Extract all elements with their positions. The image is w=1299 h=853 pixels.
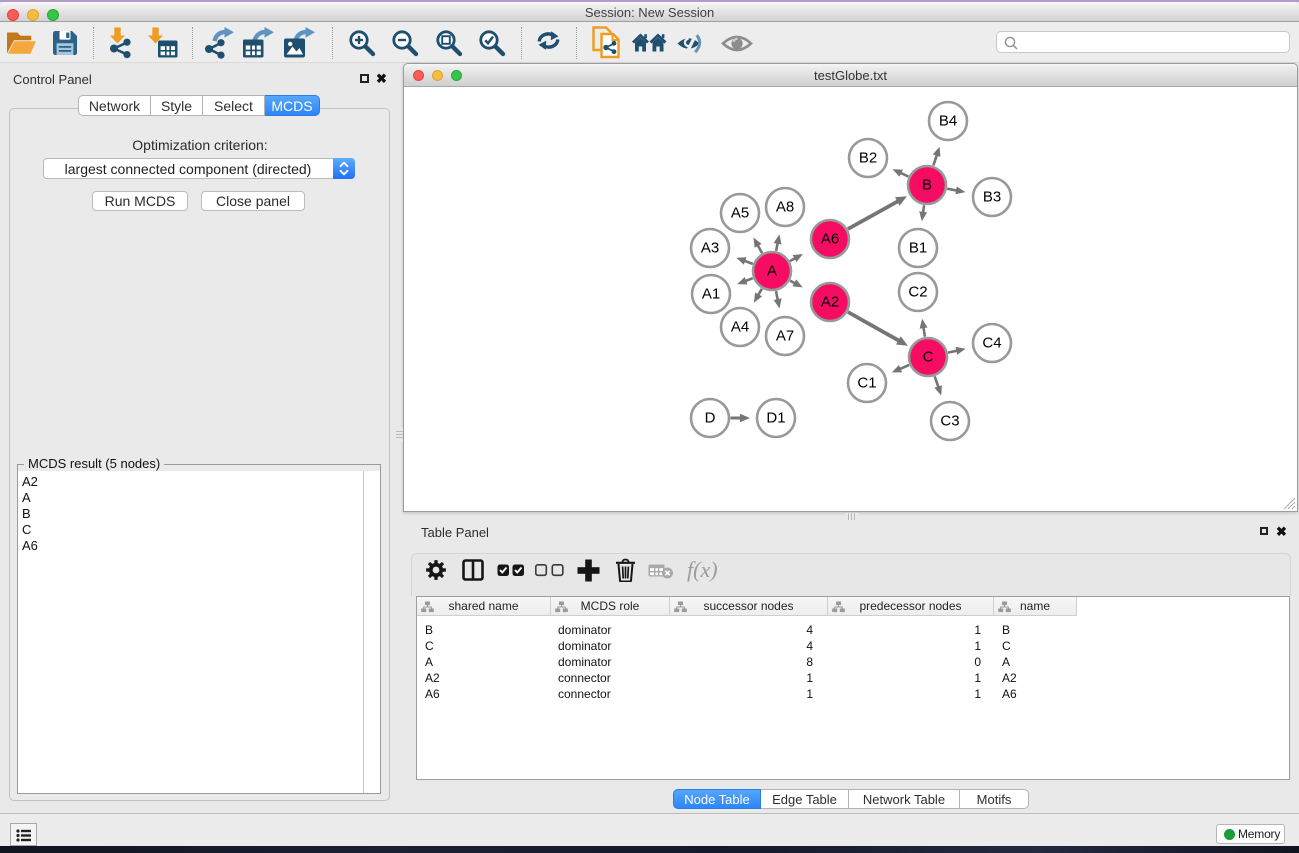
svg-text:D1: D1 (766, 410, 785, 427)
svg-text:C1: C1 (857, 375, 876, 392)
svg-text:A3: A3 (701, 240, 719, 257)
svg-text:B4: B4 (939, 113, 957, 130)
svg-text:A7: A7 (776, 328, 794, 345)
svg-text:A5: A5 (731, 205, 749, 222)
svg-text:B1: B1 (909, 240, 927, 257)
svg-text:A1: A1 (702, 286, 720, 303)
svg-text:B3: B3 (983, 189, 1001, 206)
svg-text:D: D (705, 410, 716, 427)
svg-text:A: A (767, 263, 777, 280)
svg-text:C3: C3 (940, 413, 959, 430)
svg-text:C2: C2 (908, 284, 927, 301)
svg-text:C4: C4 (982, 335, 1001, 352)
svg-text:A6: A6 (821, 231, 839, 248)
svg-text:C: C (923, 349, 934, 366)
svg-text:B: B (922, 177, 932, 194)
svg-text:A8: A8 (776, 199, 794, 216)
svg-text:A2: A2 (821, 294, 839, 311)
svg-text:B2: B2 (859, 150, 877, 167)
svg-text:A4: A4 (731, 319, 749, 336)
